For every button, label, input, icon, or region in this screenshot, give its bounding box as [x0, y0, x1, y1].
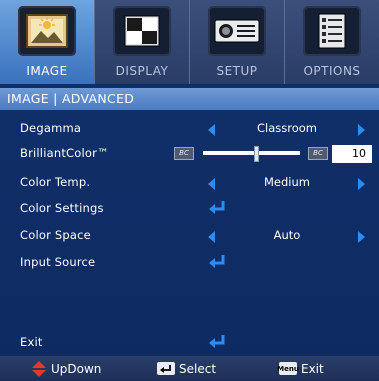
input-source-label: Input Source: [20, 255, 96, 269]
hint-select-label: Select: [179, 361, 217, 376]
hint-exit: Menu Exit: [277, 356, 324, 381]
tab-options-label: OPTIONS: [303, 64, 361, 78]
hint-updown: UpDown: [32, 356, 101, 381]
menu-row-color-space[interactable]: Color Space Auto: [0, 225, 379, 249]
hint-updown-label: UpDown: [51, 361, 102, 376]
hint-select: Select: [157, 356, 216, 381]
brilliantcolor-value: 10: [332, 145, 372, 163]
options-icon: [303, 6, 361, 56]
color-space-label: Color Space: [20, 228, 91, 242]
footer-hints: UpDown Select Menu Exit: [0, 356, 379, 381]
color-settings-label: Color Settings: [20, 201, 104, 215]
arrow-right-icon[interactable]: [358, 178, 365, 190]
tab-options[interactable]: OPTIONS: [285, 0, 379, 84]
brilliantcolor-max-icon: BC: [308, 147, 328, 160]
enter-icon[interactable]: [207, 199, 227, 215]
tab-display[interactable]: DISPLAY: [95, 0, 190, 84]
main-tabs: IMAGE DISPLAY SETUP OPTIONS: [0, 0, 379, 84]
color-temp-value: Medium: [264, 175, 310, 189]
arrow-left-icon[interactable]: [208, 124, 215, 136]
menu-row-input-source[interactable]: Input Source: [0, 252, 379, 276]
menu-row-brilliantcolor[interactable]: BrilliantColor™ BC BC 10: [0, 143, 379, 167]
breadcrumb: IMAGE | ADVANCED: [0, 88, 379, 110]
updown-arrows-icon: [32, 360, 46, 377]
degamma-label: Degamma: [20, 121, 82, 135]
enter-icon[interactable]: [207, 333, 227, 349]
tab-display-label: DISPLAY: [115, 64, 169, 78]
arrow-left-icon[interactable]: [208, 178, 215, 190]
color-temp-label: Color Temp.: [20, 175, 91, 189]
arrow-left-icon[interactable]: [208, 231, 215, 243]
brilliantcolor-label: BrilliantColor™: [20, 146, 109, 160]
menu-row-color-temp[interactable]: Color Temp. Medium: [0, 172, 379, 196]
enter-key-icon: [157, 362, 175, 375]
hint-exit-label: Exit: [301, 361, 324, 376]
arrow-right-icon[interactable]: [358, 124, 365, 136]
menu-row-exit[interactable]: Exit: [0, 332, 379, 356]
tab-image[interactable]: IMAGE: [0, 0, 95, 84]
menu-row-color-settings[interactable]: Color Settings: [0, 198, 379, 222]
enter-icon[interactable]: [207, 253, 227, 269]
brilliantcolor-slider-thumb[interactable]: [254, 146, 260, 162]
tab-setup[interactable]: SETUP: [190, 0, 285, 84]
exit-label: Exit: [20, 335, 43, 349]
display-icon: [113, 6, 171, 56]
brilliantcolor-slider-track[interactable]: [203, 151, 300, 155]
tab-image-label: IMAGE: [26, 64, 68, 78]
color-space-value: Auto: [273, 228, 301, 242]
tab-setup-label: SETUP: [216, 64, 258, 78]
menu-row-degamma[interactable]: Degamma Classroom: [0, 118, 379, 142]
projector-osd-menu: IMAGE DISPLAY SETUP OPTIONS IMAGE | ADVA…: [0, 0, 379, 381]
menu-key-icon: Menu: [277, 362, 299, 375]
image-icon: [18, 6, 76, 56]
degamma-value: Classroom: [256, 121, 317, 135]
arrow-right-icon[interactable]: [358, 231, 365, 243]
setup-icon: [208, 6, 266, 56]
brilliantcolor-min-icon: BC: [174, 147, 194, 160]
